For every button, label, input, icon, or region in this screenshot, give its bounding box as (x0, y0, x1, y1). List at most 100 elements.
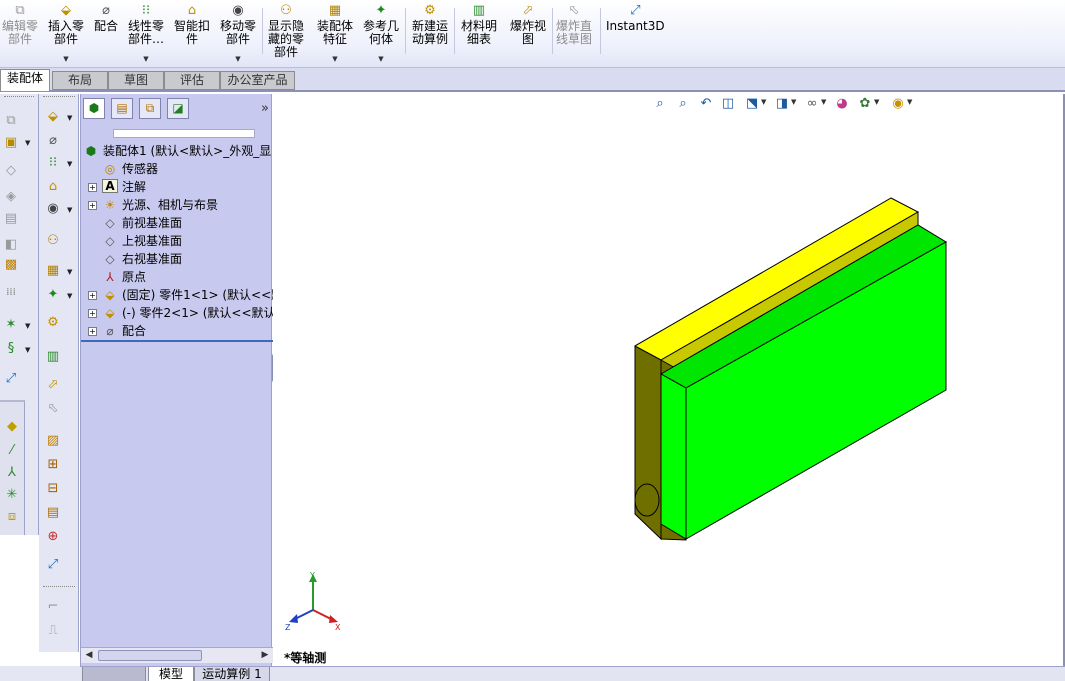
hole-alignment-tool-icon[interactable]: ⊟ (44, 480, 62, 498)
assembly-feature-tool-icon[interactable]: ▦ (44, 262, 62, 280)
toolbar-grip[interactable] (4, 96, 34, 99)
propertymanager-tab-icon[interactable]: ▤ (111, 98, 133, 119)
graphics-area[interactable]: ⌕ ⌕ ↶ ◫ ⬔ ▼ ◨ ▼ ∞ ▼ ◕ ✿ ▼ ◉ ▼ Y X Z *等轴测 (273, 94, 1065, 666)
featuremanager-tab-icon[interactable]: ⬢ (83, 98, 105, 119)
displaymanager-tab-icon[interactable]: ◪ (167, 98, 189, 119)
assembly-model[interactable] (273, 94, 1065, 666)
move-tool-icon[interactable]: ◉ (44, 200, 62, 218)
tab-assembly[interactable]: 装配体 (0, 69, 50, 91)
bottom-tab-scroll[interactable] (82, 667, 146, 681)
tree-node[interactable]: ⬢ 装配体1 (默认<默认>_外观_显 (81, 142, 273, 160)
tree-node[interactable]: ◇ 上视基准面 (81, 232, 273, 250)
explode-line-sketch-icon: ⬁ (568, 3, 580, 18)
expand-icon[interactable]: + (88, 327, 97, 336)
toolbar-button-smart-fasteners[interactable]: ⌂ 智能扣件 (174, 3, 210, 65)
motion-study-tool-icon[interactable]: ⚙ (44, 314, 62, 332)
toolbar-button-new-motion-study[interactable]: ⚙ 新建运 动算例 (412, 3, 448, 65)
point-icon[interactable]: ✳ (3, 486, 21, 504)
toolbar-button-show-hidden-components[interactable]: ⚇ 显示隐 藏的零 部件 (268, 3, 304, 65)
configurationmanager-tab-icon[interactable]: ⧉ (139, 98, 161, 119)
insert-part-icon[interactable]: ▣ (2, 134, 20, 152)
expand-icon[interactable]: + (88, 291, 97, 300)
annotations-icon: A (102, 179, 118, 193)
axis-tool-icon[interactable]: ⁄ (3, 442, 21, 460)
coordinate-system-icon[interactable]: ⅄ (3, 464, 21, 482)
tab-layout[interactable]: 布局 (52, 71, 108, 90)
scroll-thumb[interactable] (98, 650, 202, 661)
toolbar-button-insert-component[interactable]: ⬙ 插入零 部件 ▼ (48, 3, 84, 65)
tab-motion-study-1[interactable]: 运动算例 1 (194, 667, 270, 681)
tree-node[interactable]: + ⬙ (固定) 零件1<1> (默认<<默 (81, 286, 283, 304)
toolbar-button-edit-component[interactable]: ⧉ 编辑零 部件 (2, 3, 38, 65)
tab-evaluate[interactable]: 评估 (164, 71, 220, 90)
dropdown-arrow-icon[interactable]: ▼ (332, 55, 337, 63)
scroll-right-icon[interactable]: ▶ (258, 649, 272, 662)
clearance-tool-icon[interactable]: ⊞ (44, 456, 62, 474)
mate-tool-icon[interactable]: ⌀ (44, 132, 62, 150)
tab-sketch[interactable]: 草图 (108, 71, 164, 90)
expand-icon[interactable]: + (88, 309, 97, 318)
expand-icon[interactable]: + (88, 201, 97, 210)
expand-icon[interactable]: + (88, 183, 97, 192)
tree-node[interactable]: + ☀ 光源、相机与布景 (81, 196, 273, 214)
part1-cylinder-end[interactable] (634, 483, 660, 517)
bom-tool-icon[interactable]: ▥ (44, 348, 62, 366)
dropdown-arrow-icon[interactable]: ▼ (378, 55, 383, 63)
reference-geometry-tool-icon[interactable]: ✦ (44, 286, 62, 304)
dropdown-arrow-icon[interactable]: ▼ (143, 55, 148, 63)
assembly-visualization-icon[interactable]: ▤ (44, 504, 62, 522)
toolbar-button-move-component[interactable]: ◉ 移动零 部件 ▼ (220, 3, 256, 65)
toolbar-button-reference-geometry[interactable]: ✦ 参考几 何体 ▼ (363, 3, 399, 65)
mate-reference-icon[interactable]: ⧈ (3, 508, 21, 526)
pattern-icon[interactable]: ⁞⁞⁞ (2, 284, 20, 302)
scroll-left-icon[interactable]: ◀ (82, 649, 96, 662)
show-hidden-tool-icon[interactable]: ⚇ (44, 232, 62, 250)
reference-axis-icon[interactable]: ✶ (2, 316, 20, 334)
tree-node[interactable]: ◇ 右视基准面 (81, 250, 273, 268)
rollback-bar[interactable] (81, 340, 273, 342)
section-icon[interactable]: ▤ (2, 210, 20, 228)
toolbar-button-exploded-view[interactable]: ⬀ 爆炸视图 (510, 3, 546, 65)
shaded-icon[interactable]: ◧ (2, 236, 20, 254)
part2-side-face[interactable] (660, 373, 687, 540)
instant3d-small-icon[interactable]: ⤢ (2, 370, 20, 388)
dropdown-arrow-icon[interactable]: ▼ (235, 55, 240, 63)
tree-node[interactable]: ⅄ 原点 (81, 268, 273, 286)
toolbar-grip[interactable] (43, 586, 75, 589)
line-tool-icon[interactable]: ⎍ (44, 622, 62, 640)
dropdown-arrow-icon[interactable]: ▼ (63, 55, 68, 63)
smart-fastener-tool-icon[interactable]: ⌂ (44, 178, 62, 196)
tree-node[interactable]: + ⌀ 配合 (81, 322, 273, 340)
toolbar-button-explode-line-sketch[interactable]: ⬁ 爆炸直 线草图 (556, 3, 592, 65)
exploded-view-tool-icon[interactable]: ⬀ (44, 376, 62, 394)
plane-tool-icon[interactable]: ◆ (3, 418, 21, 436)
horizontal-scrollbar[interactable]: ◀ ▶ (81, 647, 273, 663)
component-icon[interactable]: ▩ (2, 256, 20, 274)
tab-model[interactable]: 模型 (148, 667, 194, 681)
tree-node[interactable]: ◇ 前视基准面 (81, 214, 273, 232)
interference-tool-icon[interactable]: ▨ (44, 432, 62, 450)
sketch-tool-icon[interactable]: ⌐ (44, 598, 62, 616)
edit-part-icon[interactable]: ⧉ (2, 112, 20, 130)
explode-line-tool-icon[interactable]: ⬁ (44, 400, 62, 418)
mirror-icon[interactable]: ◇ (2, 162, 20, 180)
tab-office-products[interactable]: 办公室产品 (220, 71, 295, 90)
performance-evaluation-icon[interactable]: ⊕ (44, 528, 62, 546)
toolbar-button-label: 爆炸直 线草图 (556, 19, 593, 46)
toolbar-button-bill-of-materials[interactable]: ▥ 材料明 细表 (461, 3, 497, 65)
insert-components-icon[interactable]: ⬙ (44, 108, 62, 126)
instant3d-tool-icon[interactable]: ⤢ (44, 556, 62, 574)
toolbar-button-linear-pattern[interactable]: ⁝⁝ 线性零 部件… ▼ (128, 3, 164, 65)
toolbar-button-mate[interactable]: ⌀ 配合 (94, 3, 118, 65)
curve-icon[interactable]: § (2, 340, 20, 358)
toolbar-button-instant3d[interactable]: ⤢ Instant3D (606, 3, 665, 65)
tree-filter-input[interactable] (113, 129, 255, 138)
linear-pattern-tool-icon[interactable]: ⁝⁝ (44, 154, 62, 172)
toolbar-grip[interactable] (43, 96, 75, 99)
toolbar-button-assembly-features[interactable]: ▦ 装配体 特征 ▼ (317, 3, 353, 65)
tree-node[interactable]: + ⬙ (-) 零件2<1> (默认<<默认> (81, 304, 286, 322)
hidden-lines-icon[interactable]: ◈ (2, 188, 20, 206)
more-tabs-icon[interactable]: » (261, 102, 269, 116)
tree-node[interactable]: ◎ 传感器 (81, 160, 273, 178)
tree-node[interactable]: + A 注解 (81, 178, 273, 196)
